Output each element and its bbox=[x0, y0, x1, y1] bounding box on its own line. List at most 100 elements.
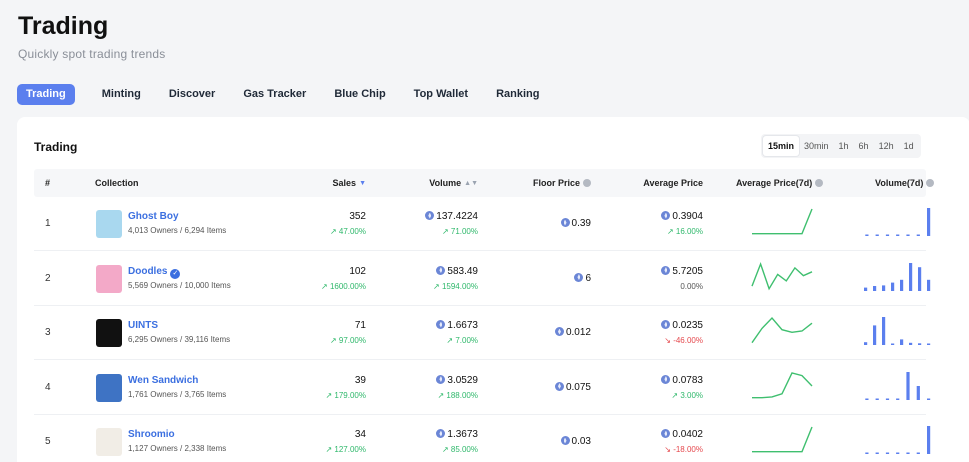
timeframe-1d[interactable]: 1d bbox=[899, 136, 919, 156]
average-price-change: ↗ 16.00% bbox=[666, 227, 703, 236]
collection-avatar[interactable] bbox=[96, 373, 122, 402]
info-icon[interactable] bbox=[815, 179, 824, 187]
average-price: 0.0235 bbox=[661, 320, 703, 331]
sparkline-line bbox=[751, 316, 813, 344]
nav-tab-trading[interactable]: Trading bbox=[17, 84, 75, 105]
floor-price: 0.012 bbox=[554, 327, 591, 338]
eth-icon bbox=[661, 265, 671, 275]
floor-price: 6 bbox=[574, 272, 591, 284]
average-price: 0.0783 bbox=[661, 374, 703, 386]
volume-value: 137.4224 bbox=[425, 211, 478, 222]
volume-bar bbox=[900, 339, 904, 345]
sparkline-line bbox=[752, 208, 813, 235]
collection-name[interactable]: Shroomio bbox=[128, 429, 175, 440]
header-index: # bbox=[45, 178, 51, 188]
sales-change: ↗ 47.00% bbox=[329, 227, 366, 236]
average-price-change: ↘ -18.00% bbox=[664, 445, 703, 454]
table-row[interactable]: 1 Ghost Boy 4,013 Owners / 6,294 Items 352 ↗… bbox=[34, 197, 931, 251]
volume-bar bbox=[896, 398, 900, 400]
card-title: Trading bbox=[34, 140, 78, 154]
nav-tab-discover[interactable]: Discover bbox=[157, 84, 227, 105]
volume-bar bbox=[875, 452, 879, 454]
floor-price: 0.03 bbox=[560, 436, 591, 447]
nav-tab-minting[interactable]: Minting bbox=[90, 84, 153, 105]
volume-bar-chart bbox=[865, 371, 931, 400]
volume-bar-chart bbox=[864, 317, 931, 345]
sales-change: ↗ 179.00% bbox=[325, 390, 366, 400]
header-volume[interactable]: Volume ▲▼ bbox=[429, 169, 478, 197]
average-price-sparkline bbox=[752, 208, 813, 235]
volume-bar bbox=[900, 279, 904, 291]
main-nav: Trading Minting Discover Gas Tracker Blu… bbox=[17, 84, 555, 105]
table-row[interactable]: 3 UINTS 6,295 Owners / 39,116 Items 71 ↗ 97.… bbox=[34, 306, 931, 360]
eth-icon bbox=[661, 320, 671, 329]
collection-owners-items: 6,295 Owners / 39,116 Items bbox=[128, 335, 231, 344]
verified-check-icon: ✓ bbox=[170, 268, 181, 279]
volume-bar bbox=[918, 266, 922, 291]
average-price-sparkline bbox=[751, 261, 813, 290]
sort-desc-icon[interactable]: ▼ bbox=[359, 170, 366, 198]
volume-value: 3.0529 bbox=[436, 374, 478, 386]
header-sales[interactable]: Sales ▼ bbox=[333, 169, 366, 197]
header-floor-price: Floor Price bbox=[533, 169, 591, 197]
timeframe-1h[interactable]: 1h bbox=[834, 136, 854, 156]
timeframe-30min[interactable]: 30min bbox=[799, 136, 834, 156]
header-average-price-7d: Average Price(7d) bbox=[736, 169, 824, 197]
timeframe-12h[interactable]: 12h bbox=[874, 136, 899, 156]
timeframe-6h[interactable]: 6h bbox=[854, 136, 874, 156]
nav-tab-top-wallet[interactable]: Top Wallet bbox=[402, 84, 480, 105]
average-price-sparkline bbox=[752, 426, 813, 453]
page-title: Trading bbox=[18, 12, 109, 40]
collection-owners-items: 1,761 Owners / 3,765 Items bbox=[128, 389, 227, 399]
eth-icon bbox=[425, 211, 435, 220]
average-price: 0.0402 bbox=[661, 429, 703, 440]
volume-bar-chart bbox=[865, 426, 931, 454]
sort-icon[interactable]: ▲▼ bbox=[464, 170, 478, 198]
volume-bar bbox=[909, 262, 913, 291]
floor-price: 0.39 bbox=[560, 218, 591, 229]
table-row[interactable]: 5 Shroomio 1,127 Owners / 2,338 Items 34 ↗ 1… bbox=[34, 415, 931, 462]
sales-change: ↗ 1600.00% bbox=[321, 281, 366, 291]
average-price-sparkline bbox=[752, 371, 813, 398]
volume-bar bbox=[927, 426, 931, 454]
eth-icon bbox=[560, 218, 570, 227]
trading-card: Trading 15min 30min 1h 6h 12h 1d # Colle… bbox=[17, 117, 969, 462]
collection-avatar[interactable] bbox=[96, 428, 122, 456]
volume-bar bbox=[875, 398, 879, 400]
row-rank: 1 bbox=[45, 218, 51, 229]
table-row[interactable]: 2 Doodles ✓ 5,569 Owners / 10,000 Items 102 ↗… bbox=[34, 252, 931, 306]
info-icon[interactable] bbox=[926, 179, 935, 187]
info-icon[interactable] bbox=[583, 179, 591, 187]
eth-icon bbox=[661, 374, 671, 384]
volume-change: ↗ 71.00% bbox=[441, 227, 478, 236]
collection-avatar[interactable] bbox=[96, 210, 122, 238]
volume-bar bbox=[875, 234, 879, 236]
nav-tab-ranking[interactable]: Ranking bbox=[484, 84, 551, 105]
volume-bar-chart bbox=[865, 208, 931, 236]
volume-bar bbox=[927, 208, 931, 236]
collection-avatar[interactable] bbox=[96, 264, 122, 293]
average-price: 0.3904 bbox=[661, 211, 703, 222]
volume-bar bbox=[896, 234, 900, 236]
volume-bar bbox=[906, 452, 910, 454]
collection-name[interactable]: Doodles ✓ bbox=[128, 266, 181, 279]
row-rank: 2 bbox=[45, 272, 51, 284]
volume-bar bbox=[896, 452, 900, 454]
nav-tab-blue-chip[interactable]: Blue Chip bbox=[322, 84, 397, 105]
header-collection: Collection bbox=[95, 178, 139, 188]
eth-icon bbox=[560, 436, 570, 445]
collection-avatar[interactable] bbox=[96, 319, 122, 347]
nav-tab-gas-tracker[interactable]: Gas Tracker bbox=[231, 84, 318, 105]
volume-bar bbox=[885, 452, 890, 454]
timeframe-15min[interactable]: 15min bbox=[763, 136, 800, 156]
row-rank: 3 bbox=[45, 327, 51, 338]
volume-bar bbox=[927, 398, 931, 400]
sales-value: 71 bbox=[354, 320, 366, 331]
collection-name[interactable]: Wen Sandwich bbox=[128, 375, 198, 386]
sparkline-line bbox=[752, 371, 813, 398]
collection-owners-items: 4,013 Owners / 6,294 Items bbox=[128, 226, 227, 235]
table-row[interactable]: 4 Wen Sandwich 1,761 Owners / 3,765 Items 3… bbox=[34, 361, 931, 415]
collection-name[interactable]: UINTS bbox=[128, 320, 158, 331]
collection-name[interactable]: Ghost Boy bbox=[128, 211, 179, 222]
sales-change: ↗ 127.00% bbox=[325, 445, 366, 454]
